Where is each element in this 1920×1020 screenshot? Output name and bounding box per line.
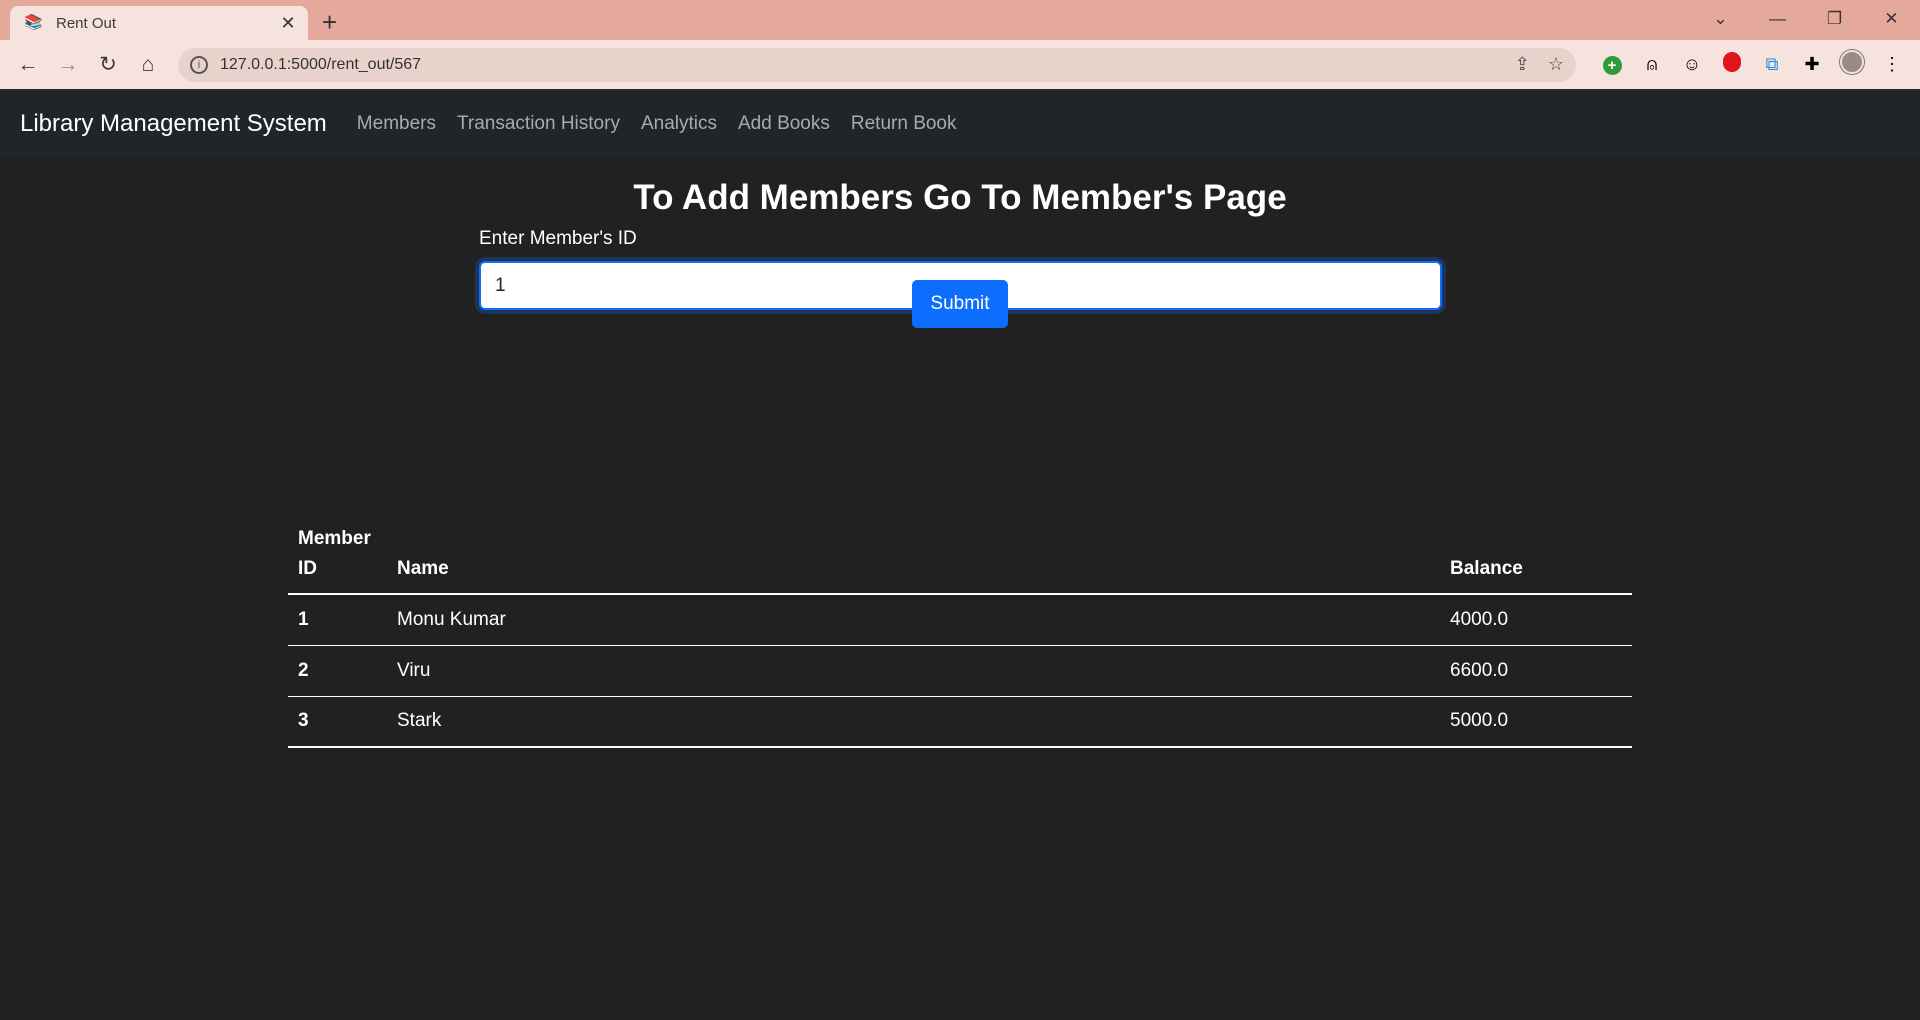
table-row: 3 Stark 5000.0 xyxy=(288,696,1632,748)
extension-translate-icon[interactable]: ⧉ xyxy=(1752,54,1792,75)
cell-balance: 5000.0 xyxy=(1440,696,1632,748)
app-navbar: Library Management System Members Transa… xyxy=(0,89,1920,158)
browser-menu-icon[interactable]: ⋮ xyxy=(1872,54,1912,75)
column-header-balance: Balance xyxy=(1440,516,1632,595)
new-tab-icon[interactable]: + xyxy=(322,6,337,40)
nav-link-analytics[interactable]: Analytics xyxy=(641,113,717,135)
extension-green-plus-icon[interactable]: + xyxy=(1592,54,1632,75)
cell-member-id: 3 xyxy=(288,696,387,748)
site-info-icon[interactable]: i xyxy=(190,55,208,74)
navbar-brand[interactable]: Library Management System xyxy=(20,110,327,138)
cell-name: Monu Kumar xyxy=(387,594,1440,646)
home-icon[interactable]: ⌂ xyxy=(128,53,168,77)
bookmark-star-icon[interactable]: ☆ xyxy=(1548,54,1564,75)
cell-member-id: 1 xyxy=(288,594,387,646)
profile-avatar[interactable] xyxy=(1832,50,1872,79)
table-row: 2 Viru 6600.0 xyxy=(288,645,1632,697)
nav-link-transaction-history[interactable]: Transaction History xyxy=(457,113,620,135)
column-header-member-id-line2: ID xyxy=(298,558,317,579)
browser-tab[interactable]: 📚 Rent Out ✕ xyxy=(10,6,308,40)
nav-link-add-books[interactable]: Add Books xyxy=(738,113,830,135)
cell-name: Viru xyxy=(387,645,1440,697)
tab-title: Rent Out xyxy=(56,14,117,32)
main-content: To Add Members Go To Member's Page Enter… xyxy=(0,158,1920,1020)
address-bar[interactable]: i 127.0.0.1:5000/rent_out/567 ⇪ ☆ xyxy=(178,47,1576,82)
book-favicon-icon: 📚 xyxy=(24,14,43,31)
close-window-icon[interactable]: ✕ xyxy=(1863,0,1920,40)
window-controls: ⌄ — ❐ ✕ xyxy=(1692,0,1920,40)
reload-icon[interactable]: ↻ xyxy=(88,52,128,77)
table-header-row: Member ID Name Balance xyxy=(288,516,1632,595)
submit-button[interactable]: Submit xyxy=(912,280,1008,328)
restore-icon[interactable]: ❐ xyxy=(1806,0,1863,40)
table-row: 1 Monu Kumar 4000.0 xyxy=(288,594,1632,646)
back-icon[interactable]: ← xyxy=(8,53,48,77)
close-tab-icon[interactable]: ✕ xyxy=(278,13,298,34)
column-header-name: Name xyxy=(387,516,1440,595)
nav-link-members[interactable]: Members xyxy=(357,113,436,135)
extensions-puzzle-icon[interactable]: ✚ xyxy=(1792,54,1832,75)
extension-red-icon[interactable] xyxy=(1712,52,1752,77)
column-header-member-id: Member ID xyxy=(288,516,387,595)
share-icon[interactable]: ⇪ xyxy=(1515,54,1530,75)
browser-tab-strip: 📚 Rent Out ✕ + ⌄ — ❐ ✕ xyxy=(0,0,1920,40)
minimize-icon[interactable]: — xyxy=(1749,0,1806,40)
url-text[interactable]: 127.0.0.1:5000/rent_out/567 xyxy=(220,56,1497,74)
forward-icon[interactable]: → xyxy=(48,53,88,77)
extension-incognito-icon[interactable]: ⍝ xyxy=(1632,54,1672,75)
members-table: Member ID Name Balance 1 Monu Kumar 4000… xyxy=(288,516,1632,748)
page-title: To Add Members Go To Member's Page xyxy=(633,178,1287,217)
browser-toolbar: ← → ↻ ⌂ i 127.0.0.1:5000/rent_out/567 ⇪ … xyxy=(0,40,1920,89)
column-header-member-id-line1: Member xyxy=(298,528,371,549)
member-id-label: Enter Member's ID xyxy=(479,228,637,249)
cell-balance: 6600.0 xyxy=(1440,645,1632,697)
nav-link-return-book[interactable]: Return Book xyxy=(851,113,957,135)
cell-name: Stark xyxy=(387,696,1440,748)
cell-member-id: 2 xyxy=(288,645,387,697)
cell-balance: 4000.0 xyxy=(1440,594,1632,646)
extension-face-icon[interactable]: ☺ xyxy=(1672,54,1712,75)
tab-search-icon[interactable]: ⌄ xyxy=(1692,0,1749,40)
